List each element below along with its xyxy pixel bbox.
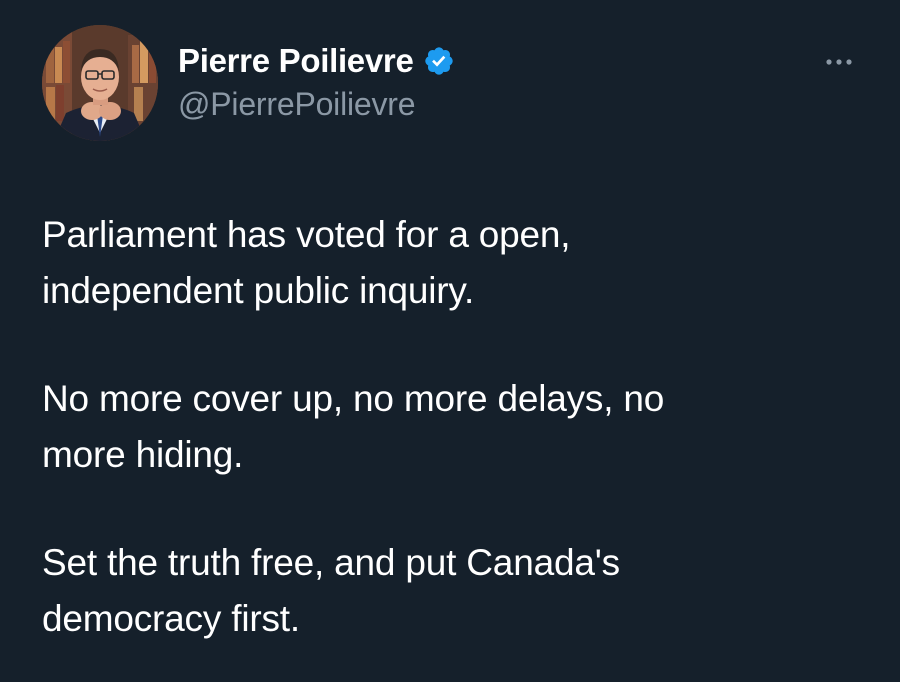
author-name-row: Pierre Poilievre [178, 38, 455, 84]
more-horizontal-icon[interactable] [822, 52, 856, 72]
tweet-line: democracy first. [42, 598, 300, 639]
tweet-line: No more cover up, no more delays, no [42, 378, 665, 419]
tweet-line: more hiding. [42, 434, 244, 475]
author-display-name[interactable]: Pierre Poilievre [178, 42, 414, 80]
verified-badge-icon[interactable] [423, 45, 455, 77]
avatar-photo [42, 25, 158, 141]
tweet-text: Parliament has voted for a open, indepen… [42, 207, 872, 682]
tweet-paragraph: Parliament has voted for a open, indepen… [42, 207, 872, 319]
tweet-card: Pierre Poilievre @PierrePoilievre Parlia… [0, 0, 900, 682]
tweet-line: Set the truth free, and put Canada's [42, 542, 620, 583]
tweet-line: independent public inquiry. [42, 270, 475, 311]
tweet-paragraph: No more cover up, no more delays, no mor… [42, 371, 872, 483]
tweet-paragraph: Set the truth free, and put Canada's dem… [42, 535, 872, 647]
author-avatar[interactable] [42, 25, 158, 141]
author-handle[interactable]: @PierrePoilievre [178, 86, 416, 123]
tweet-line: Parliament has voted for a open, [42, 214, 571, 255]
